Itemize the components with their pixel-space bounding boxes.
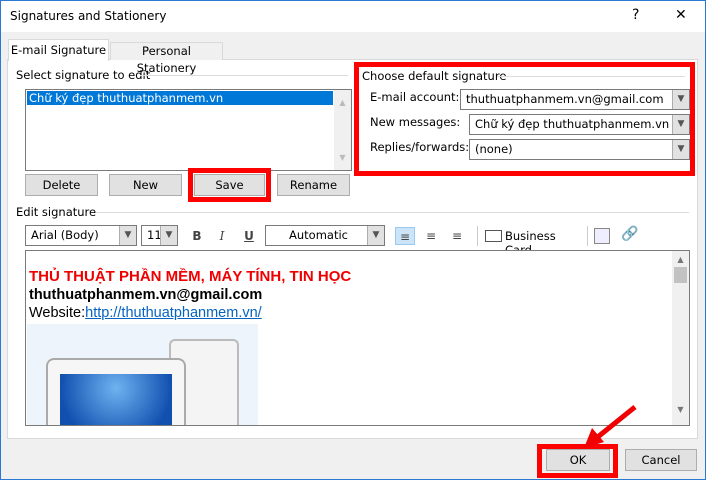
chevron-down-icon: ▼ [672,115,689,134]
signature-heading: THỦ THUẬT PHẦN MỀM, MÁY TÍNH, TIN HỌC [29,268,352,285]
website-label: Website: [29,305,86,321]
hyperlink-icon[interactable]: 🔗 [621,226,638,244]
font-value: Arial (Body) [31,228,99,242]
chevron-down-icon: ▼ [119,226,136,245]
save-highlight [188,168,271,202]
help-button[interactable]: ? [632,7,639,23]
website-link[interactable]: http://thuthuatphanmem.vn/ [85,305,262,321]
business-card-button[interactable]: Business Card [485,228,581,257]
replies-select[interactable]: (none) ▼ [469,139,690,160]
cancel-button[interactable]: Cancel [625,449,697,471]
insert-picture-icon[interactable] [594,228,610,244]
new-messages-label: New messages: [370,115,461,129]
new-messages-select[interactable]: Chữ ký đẹp thuthuatphanmem.vn ▼ [469,114,690,135]
list-item[interactable]: Chữ ký đẹp thuthuatphanmem.vn [27,91,333,105]
underline-button[interactable]: U [239,227,259,245]
signature-email: thuthuatphanmem.vn@gmail.com [29,287,263,303]
email-account-label: E-mail account: [370,90,460,104]
chevron-down-icon: ▼ [672,140,689,159]
business-card-icon [485,230,502,242]
window-title: Signatures and Stationery [10,9,167,23]
color-select[interactable]: Automatic ▼ [265,225,385,246]
new-messages-value: Chữ ký đẹp thuthuatphanmem.vn [475,117,670,131]
align-left-button[interactable]: ≡ [395,227,415,245]
chevron-down-icon: ▼ [367,226,384,245]
email-account-value: thuthuatphanmem.vn@gmail.com [466,92,664,106]
bold-button[interactable]: B [187,227,207,245]
tab-personal-stationery[interactable]: Personal Stationery [110,42,223,75]
italic-button[interactable]: I [212,227,232,245]
list-scrollbar[interactable]: ▲ ▼ [334,90,351,170]
align-center-button[interactable]: ≡ [421,227,441,245]
email-account-select[interactable]: thuthuatphanmem.vn@gmail.com ▼ [460,89,690,110]
editor-scrollbar[interactable]: ▲ ▼ [672,251,689,425]
chevron-down-icon: ▼ [160,226,177,245]
rename-button[interactable]: Rename [277,174,350,196]
close-button[interactable]: ✕ [675,7,687,23]
computer-image [27,324,258,425]
default-signature-label: Choose default signature [362,69,507,83]
new-button[interactable]: New [109,174,182,196]
chevron-down-icon: ▼ [672,90,689,109]
title-bar: Signatures and Stationery ? ✕ [1,1,705,32]
font-select[interactable]: Arial (Body) ▼ [25,225,137,246]
size-select[interactable]: 11 ▼ [141,225,178,246]
align-right-button[interactable]: ≡ [447,227,467,245]
select-signature-label: Select signature to edit [16,68,151,82]
signature-list[interactable]: Chữ ký đẹp thuthuatphanmem.vn ▲ ▼ [25,89,352,171]
edit-signature-label: Edit signature [16,205,97,219]
replies-value: (none) [475,142,513,156]
color-value: Automatic [289,228,348,242]
tab-email-signature[interactable]: E-mail Signature [8,39,109,61]
replies-label: Replies/forwards: [370,140,470,154]
delete-button[interactable]: Delete [25,174,98,196]
red-arrow-icon [584,405,637,448]
